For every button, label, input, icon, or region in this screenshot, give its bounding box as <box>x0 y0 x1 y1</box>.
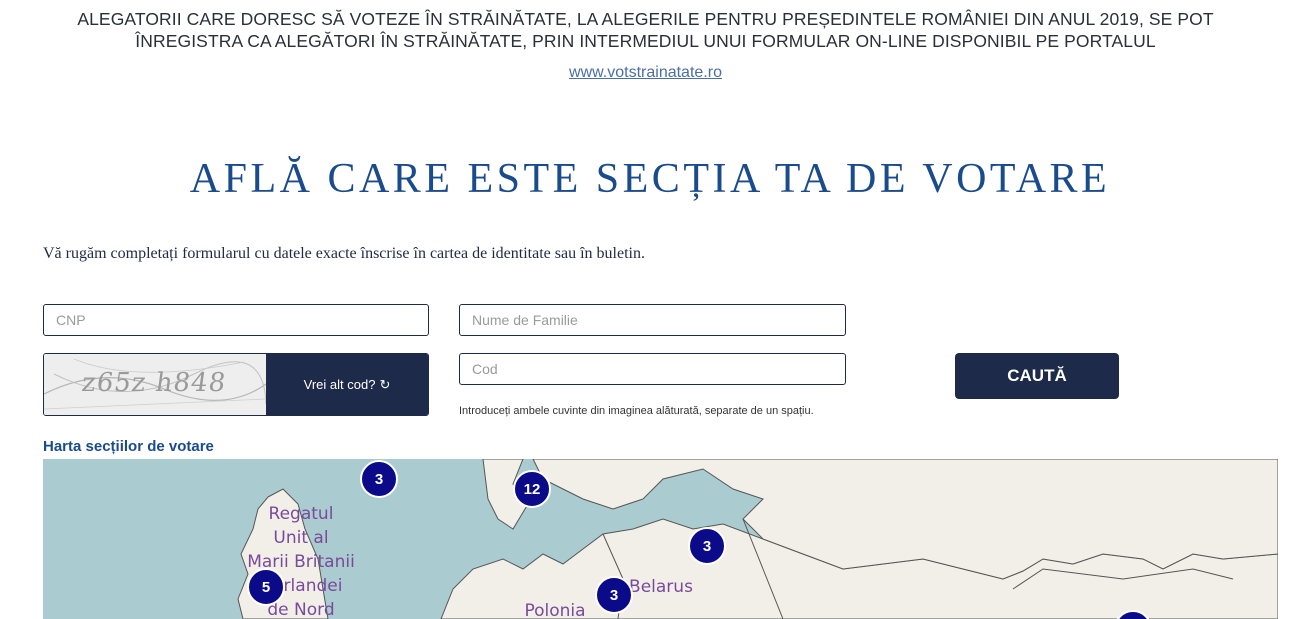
voting-abroad-notice: ALEGATORII CARE DORESC SĂ VOTEZE ÎN STRĂ… <box>77 9 1214 51</box>
map-cluster-marker[interactable]: 3 <box>688 527 726 565</box>
map-country-label: de Nord <box>267 600 334 619</box>
portal-link[interactable]: www.votstrainatate.ro <box>0 64 1291 82</box>
map-country-label: Polonia <box>524 601 585 619</box>
cluster-count: 12 <box>524 481 541 498</box>
map-cluster-marker[interactable]: 3 <box>360 460 398 498</box>
captcha-widget: z65z h848 Vrei alt cod? ↻ <box>43 353 429 416</box>
page-title: AFLĂ CARE ESTE SECȚIA TA DE VOTARE <box>189 156 1111 202</box>
search-button[interactable]: CAUTĂ <box>955 353 1119 399</box>
captcha-code-input[interactable] <box>459 353 846 385</box>
captcha-refresh-label: Vrei alt cod? <box>303 377 376 392</box>
polling-stations-map[interactable]: Regatul Unit al Marii Britanii și Irland… <box>43 459 1278 619</box>
map-country-label: Regatul <box>269 504 334 524</box>
cluster-count: 5 <box>262 579 270 596</box>
refresh-icon: ↻ <box>379 376 391 392</box>
map-country-label: Unit al <box>273 528 328 548</box>
captcha-hint: Introduceți ambele cuvinte din imaginea … <box>459 405 814 417</box>
form-instructions: Vă rugăm completați formularul cu datele… <box>43 245 645 262</box>
map-cluster-marker[interactable]: 5 <box>247 568 285 606</box>
map-cluster-marker[interactable]: 3 <box>595 576 633 614</box>
cluster-count: 3 <box>610 587 618 604</box>
map-cluster-marker[interactable]: 12 <box>513 470 551 508</box>
captcha-image: z65z h848 <box>44 354 266 415</box>
last-name-input[interactable] <box>459 304 846 336</box>
cluster-count: 3 <box>375 471 383 488</box>
map-canvas[interactable]: Regatul Unit al Marii Britanii și Irland… <box>43 459 1278 619</box>
cnp-input[interactable] <box>43 304 429 336</box>
map-title: Harta secțiilor de votare <box>43 438 214 455</box>
captcha-refresh-button[interactable]: Vrei alt cod? ↻ <box>266 354 428 415</box>
cluster-count: 3 <box>703 538 711 555</box>
map-country-label: Belarus <box>629 577 693 597</box>
captcha-text: z65z h848 <box>79 368 229 398</box>
